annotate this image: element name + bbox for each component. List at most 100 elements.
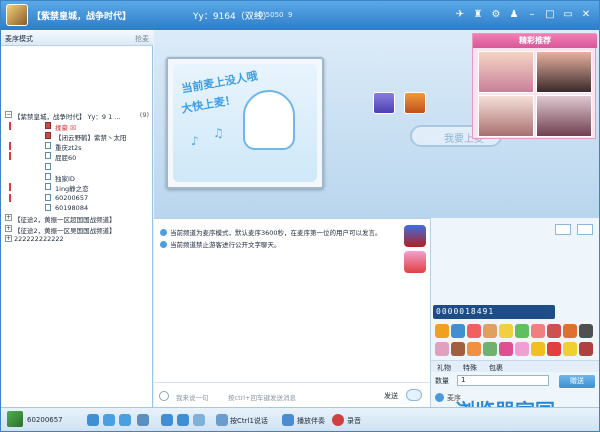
gift-icon[interactable] xyxy=(579,342,593,356)
emoji-icon[interactable] xyxy=(159,391,169,401)
member-row[interactable]: 【闭云野鹤】紫禁丶太阳 xyxy=(1,131,153,142)
record-icon[interactable] xyxy=(332,414,344,426)
channel-row[interactable]: + 【征途2，黄振一区吴国国战频道】 xyxy=(1,224,153,235)
member-row[interactable]: 揉豪 ☒ xyxy=(1,121,153,132)
member-row[interactable] xyxy=(1,162,153,172)
plane-icon[interactable]: ✈ xyxy=(453,7,467,21)
gift-icon[interactable] xyxy=(451,324,465,338)
user-icon xyxy=(45,121,51,129)
member-row[interactable]: 60198084 xyxy=(1,203,153,213)
gift-icon[interactable] xyxy=(467,324,481,338)
restore-icon[interactable]: □ xyxy=(543,7,557,21)
tree-header: 麦序模式 抢麦 xyxy=(1,30,153,46)
gear-icon[interactable]: ⚙ xyxy=(489,7,503,21)
gift-counter: 0000018491 xyxy=(433,305,555,319)
app-window: 【紫禁皇城，战争时代】 Yy：9164（双线） ID 5050 9 ✈ ♜ ⚙ … xyxy=(0,0,600,432)
gift-icon[interactable] xyxy=(547,342,561,356)
ad-icon[interactable] xyxy=(404,225,426,247)
window-icon[interactable] xyxy=(577,224,593,235)
gift-icon[interactable] xyxy=(547,324,561,338)
mic-screen-inner: 当前麦上没人哦 大快上麦！ ♪ ♫ xyxy=(173,64,317,182)
tab-special[interactable]: 特殊 xyxy=(463,363,477,373)
voice-icon[interactable] xyxy=(137,414,149,426)
send-options-icon[interactable] xyxy=(406,389,422,401)
music-icon[interactable] xyxy=(282,414,294,426)
channel-row[interactable]: + 【征途2，黄振一区超国国战频道】 xyxy=(1,213,153,224)
grab-mic-icon[interactable] xyxy=(404,92,426,114)
search-icon[interactable] xyxy=(119,414,131,426)
recommend-photo[interactable] xyxy=(536,95,592,137)
grab-mic-link[interactable]: 抢麦 xyxy=(135,34,149,44)
ctrl-talk-label[interactable]: 按Ctrl1说话 xyxy=(230,416,268,426)
give-button[interactable]: 赠送 xyxy=(559,375,595,388)
gift-icon[interactable] xyxy=(499,342,513,356)
bottom-toolbar: 60200657 按Ctrl1说话 播放伴奏 录音 xyxy=(1,407,599,431)
channel-id: ID 5050 xyxy=(256,11,284,19)
gift-icon[interactable] xyxy=(451,342,465,356)
send-button[interactable]: 发送 xyxy=(384,391,398,401)
location-icon[interactable] xyxy=(103,414,115,426)
mascot-image xyxy=(243,90,295,150)
hat-icon[interactable]: ♜ xyxy=(471,7,485,21)
close-icon[interactable]: ✕ xyxy=(579,7,593,21)
gift-icon[interactable] xyxy=(435,342,449,356)
gift-icon[interactable] xyxy=(531,342,545,356)
keyboard-icon[interactable] xyxy=(216,414,228,426)
download-icon[interactable] xyxy=(373,92,395,114)
member-row[interactable]: 60200657 xyxy=(1,193,153,203)
member-row[interactable]: 1ing静之恋 xyxy=(1,182,153,193)
speaker-icon[interactable] xyxy=(177,414,189,426)
gift-icon[interactable] xyxy=(515,342,529,356)
gift-icon[interactable] xyxy=(483,324,497,338)
user-avatar[interactable] xyxy=(7,411,23,427)
chat-input-row: 我来说一句 按ctrl+回车键发送消息 发送 xyxy=(154,382,430,408)
channel-row[interactable]: + 222222222222 xyxy=(1,234,153,245)
ad-icon[interactable] xyxy=(404,251,426,273)
user-icon xyxy=(45,193,51,201)
quantity-input[interactable]: 1 xyxy=(457,375,549,386)
expand-icon[interactable]: + xyxy=(5,235,12,243)
recommend-photo[interactable] xyxy=(478,95,534,137)
expand-icon[interactable]: + xyxy=(5,224,12,232)
member-row[interactable]: 重庆zt2s xyxy=(1,141,153,152)
quantity-label: 数量 xyxy=(435,377,449,385)
user-icon xyxy=(45,172,51,180)
member-row[interactable]: 屁屁60 xyxy=(1,151,153,162)
gift-icon[interactable] xyxy=(483,342,497,356)
minimize-icon[interactable]: – xyxy=(525,7,539,21)
tab-gift[interactable]: 礼物 xyxy=(437,363,451,373)
gift-icon[interactable] xyxy=(579,324,593,338)
channel-avatar[interactable] xyxy=(6,4,28,26)
gift-icon[interactable] xyxy=(435,324,449,338)
online-count: 9 xyxy=(288,11,293,19)
chat-panel: 当前频道为麦序模式，默认麦序3600秒，在麦序第一位的用户可以发言。 当前频道禁… xyxy=(154,218,430,408)
gift-panel: 0000018491 礼物 特殊 包裹 数量 1 赠送 麦序 xyxy=(430,218,599,407)
expand-icon[interactable]: + xyxy=(5,214,12,222)
accompany-label[interactable]: 播放伴奏 xyxy=(297,416,325,426)
mode-selector[interactable]: 麦序模式 xyxy=(5,34,33,44)
member-row[interactable]: 独家ID xyxy=(1,172,153,183)
gift-icon[interactable] xyxy=(563,324,577,338)
window-icon[interactable] xyxy=(555,224,571,235)
user-icon xyxy=(45,152,51,160)
gift-icon[interactable] xyxy=(531,324,545,338)
channel-row-main[interactable]: − 【紫禁皇城，战争时代】 Yy：9 1 ... (9) xyxy=(1,110,153,121)
settings-icon[interactable] xyxy=(193,414,205,426)
gift-icon[interactable] xyxy=(499,324,513,338)
people-icon[interactable] xyxy=(87,414,99,426)
shirt-icon[interactable]: ♟ xyxy=(507,7,521,21)
collapse-icon[interactable]: − xyxy=(5,111,12,118)
mic-icon[interactable] xyxy=(161,414,173,426)
recommend-photo[interactable] xyxy=(478,51,534,93)
recommend-panel: 精彩推荐 xyxy=(472,33,597,139)
chat-input[interactable]: 我来说一句 xyxy=(176,392,209,402)
gift-grid xyxy=(433,322,597,358)
gift-icon[interactable] xyxy=(467,342,481,356)
tab-package[interactable]: 包裹 xyxy=(489,363,503,373)
send-hint: 按ctrl+回车键发送消息 xyxy=(228,394,297,402)
record-label[interactable]: 录音 xyxy=(347,416,361,426)
gift-icon[interactable] xyxy=(563,342,577,356)
maximize-icon[interactable]: ▭ xyxy=(561,7,575,21)
recommend-photo[interactable] xyxy=(536,51,592,93)
gift-icon[interactable] xyxy=(515,324,529,338)
